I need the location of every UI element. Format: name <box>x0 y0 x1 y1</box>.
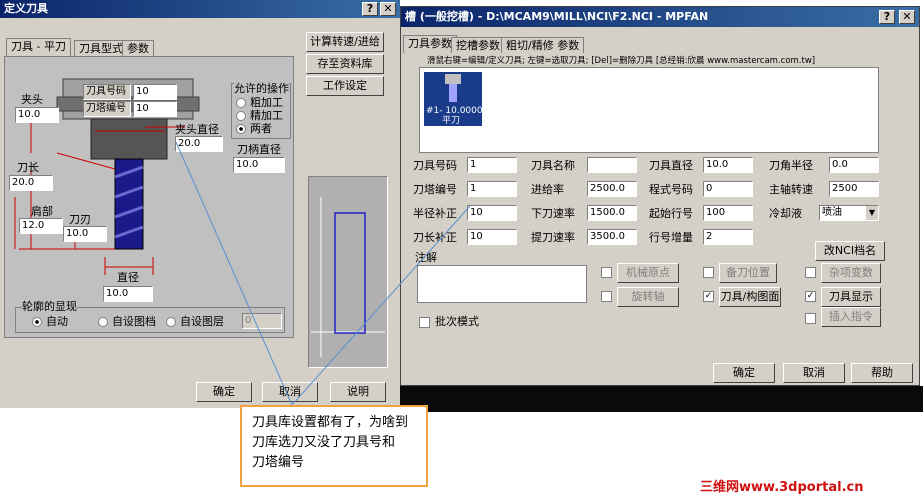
annotation-callout: 刀具库设置都有了，为啥到 刀库选刀又没了刀具号和 刀塔编号 <box>240 405 428 487</box>
callout-line-1: 刀具库设置都有了，为啥到 <box>252 415 409 430</box>
callout-line-2: 刀库选刀又没了刀具号和 <box>252 435 396 450</box>
watermark: 三维网www.3dportal.cn <box>700 480 864 495</box>
callout-line-3: 刀塔编号 <box>252 455 305 470</box>
callout-pointer-lines <box>175 141 471 406</box>
